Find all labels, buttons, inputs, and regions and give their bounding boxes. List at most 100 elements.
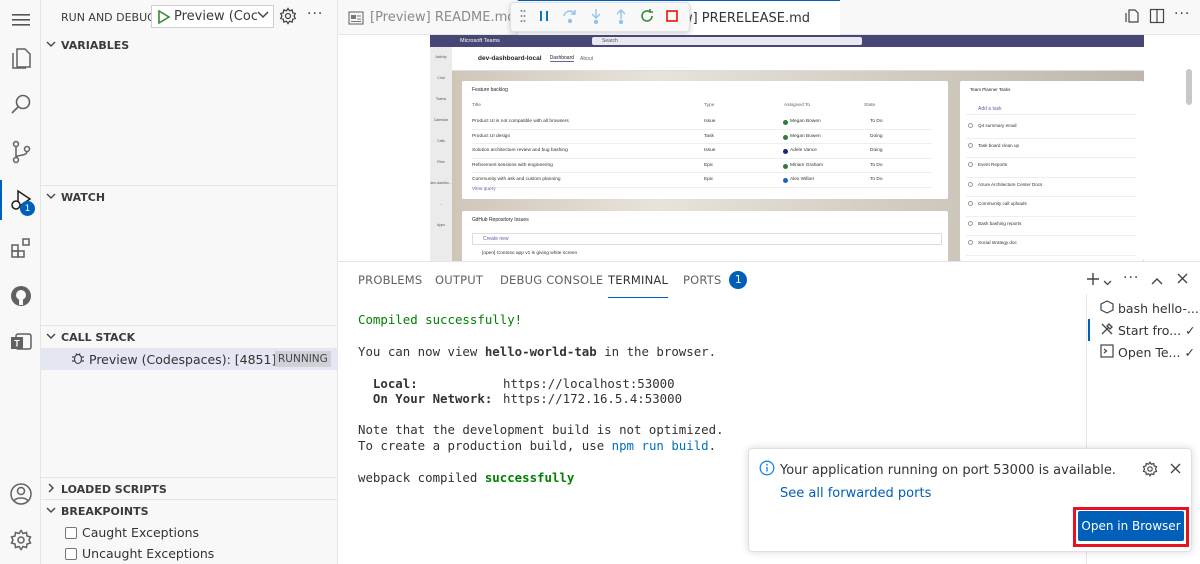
section-call-stack[interactable]: CALL STACK	[41, 326, 338, 348]
more-actions-icon[interactable]: ···	[1174, 6, 1190, 22]
backlog-row: Solution architecture review and bug bas…	[472, 144, 932, 159]
source-control-icon[interactable]	[0, 132, 41, 172]
section-variables[interactable]: VARIABLES	[41, 34, 338, 56]
preview-scrollbar[interactable]	[1186, 69, 1192, 105]
section-watch[interactable]: WATCH	[41, 186, 338, 208]
close-panel-icon[interactable]	[1177, 273, 1188, 287]
step-into-icon[interactable]	[589, 8, 603, 27]
tab-readme-preview[interactable]: [Preview] README.md	[338, 0, 518, 35]
section-breakpoints[interactable]: BREAKPOINTS	[41, 500, 338, 522]
split-editor-icon[interactable]	[1149, 8, 1165, 27]
planner-task-label: Event Reports	[978, 162, 1008, 167]
menu-icon[interactable]	[0, 0, 41, 40]
local-label: Local:	[358, 376, 418, 391]
terminal-build-line: To create a production build, use npm ru…	[358, 438, 716, 453]
open-in-browser-button[interactable]: Open in Browser	[1078, 511, 1184, 541]
backlog-cell-state: To Do	[870, 119, 883, 124]
notification-text: Your application running on port 53000 i…	[780, 463, 1116, 478]
terminal-list-item-open[interactable]: Open Te... ✓	[1088, 341, 1200, 363]
planner-task: Event Reports	[966, 158, 1136, 178]
maximize-panel-icon[interactable]	[1151, 274, 1163, 288]
restart-icon[interactable]	[639, 8, 655, 27]
notification-settings-gear-icon[interactable]	[1142, 461, 1158, 480]
terminal-list-item-start[interactable]: Start fro... ✓	[1088, 319, 1200, 341]
terminal-task-icon	[1100, 343, 1114, 361]
tab-ports[interactable]: PORTS 1	[683, 262, 748, 298]
col-state: State	[864, 103, 876, 108]
step-out-icon[interactable]	[614, 8, 628, 27]
teams-search: Search	[592, 37, 862, 45]
tab-output[interactable]: OUTPUT	[435, 262, 483, 298]
open-source-icon[interactable]	[1124, 8, 1140, 27]
notification-close-icon[interactable]	[1170, 463, 1181, 477]
teams-rail-items: Activity Chat Teams Calendar Calls Files…	[430, 47, 452, 236]
network-label: On Your Network:	[358, 391, 493, 406]
github-create: Create new	[472, 233, 942, 245]
section-loaded-scripts-label: LOADED SCRIPTS	[61, 482, 167, 496]
planner-task-label: Community call uploads	[978, 201, 1027, 206]
terminal-view-line: You can now view hello-world-tab in the …	[358, 344, 716, 359]
github-icon[interactable]	[0, 276, 41, 316]
backlog-cell-title: Refinement sessions with engineering	[472, 162, 553, 168]
planner-add: Add a task	[966, 103, 1136, 115]
breakpoint-caught-exceptions[interactable]: Caught Exceptions	[65, 522, 199, 543]
planner-card: Team Planner Tasks Add a task Q4 summary…	[960, 81, 1144, 261]
see-all-ports-link[interactable]: See all forwarded ports	[780, 486, 931, 501]
debug-badge: 1	[20, 201, 35, 216]
backlog-cell-title: Solution architecture review and bug bas…	[472, 148, 568, 153]
teams-toolkit-icon[interactable]: T	[0, 322, 41, 362]
call-stack-item[interactable]: Preview (Codespaces): [4851] RUNNING	[41, 348, 338, 370]
step-over-icon[interactable]	[562, 8, 578, 27]
add-terminal-icon[interactable]	[1086, 272, 1100, 289]
run-debug-icon[interactable]: 1	[0, 180, 41, 220]
text: in the browser.	[596, 344, 717, 359]
svg-text:T: T	[14, 339, 20, 349]
text: You can now view	[358, 344, 485, 359]
pause-icon[interactable]	[537, 9, 551, 26]
checkbox[interactable]	[65, 526, 77, 539]
explorer-icon[interactable]	[0, 38, 41, 78]
tab-terminal[interactable]: TERMINAL	[608, 262, 669, 298]
backlog-cell-title: Product UI design	[472, 133, 511, 139]
network-url[interactable]: https://172.16.5.4:53000	[503, 391, 682, 406]
settings-gear-icon[interactable]	[0, 520, 41, 560]
chevron-down-icon[interactable]	[1103, 275, 1112, 289]
planner-tasks: Q4 summary email Task board clean up Event…	[966, 119, 1136, 256]
backlog-row: Community with ask and custom planning Ep…	[472, 173, 932, 188]
search-icon[interactable]	[0, 84, 41, 124]
account-icon[interactable]	[0, 474, 41, 514]
rail-item: Calls	[437, 139, 445, 143]
more-actions-icon[interactable]: ···	[1123, 270, 1139, 286]
more-actions-icon[interactable]: ···	[307, 6, 323, 22]
tab-ports-label: PORTS	[683, 273, 722, 287]
editor-tabs: [Preview] README.md [Preview] PRERELEASE…	[338, 0, 1200, 35]
terminal-list-label: bash hello-...	[1118, 300, 1199, 316]
rail-item: dev-dashbo...	[430, 181, 452, 185]
success-text: successfully	[484, 470, 575, 485]
planner-task-label: Q4 summary email	[978, 123, 1017, 128]
terminal-list-item-bash[interactable]: bash hello-...	[1088, 297, 1200, 319]
debug-config-select[interactable]: Preview (Coc	[151, 5, 274, 28]
section-loaded-scripts[interactable]: LOADED SCRIPTS	[41, 478, 338, 500]
terminal-list-label: Open Te... ✓	[1118, 344, 1195, 360]
teams-title: Microsoft Teams	[460, 38, 500, 44]
breakpoint-uncaught-exceptions[interactable]: Uncaught Exceptions	[65, 543, 214, 564]
port-forward-notification: Your application running on port 53000 i…	[748, 448, 1192, 552]
drag-handle-icon[interactable]	[520, 9, 526, 26]
checkbox[interactable]	[65, 547, 77, 560]
start-debug-icon[interactable]	[152, 9, 174, 25]
backlog-cell-type: Epic	[704, 177, 714, 182]
breakpoint-label: Uncaught Exceptions	[82, 546, 215, 561]
debug-settings-gear-icon[interactable]	[279, 7, 297, 28]
github-card: GitHub Repository Issues Create new [ope…	[462, 211, 948, 261]
extensions-icon[interactable]	[0, 228, 41, 268]
tab-problems[interactable]: PROBLEMS	[358, 262, 422, 298]
breakpoint-label: Caught Exceptions	[82, 525, 200, 540]
tab-debug-console[interactable]: DEBUG CONSOLE	[500, 262, 603, 298]
task-circle-icon	[968, 162, 973, 167]
github-issue: [open] Contoso app v1 is giving white sc…	[482, 251, 578, 256]
local-url[interactable]: https://localhost:53000	[503, 376, 675, 391]
stop-icon[interactable]	[665, 9, 679, 26]
chevron-down-icon	[41, 40, 61, 51]
run-debug-sidebar: RUN AND DEBUG Preview (Coc ··· VARIABLES…	[41, 0, 338, 564]
